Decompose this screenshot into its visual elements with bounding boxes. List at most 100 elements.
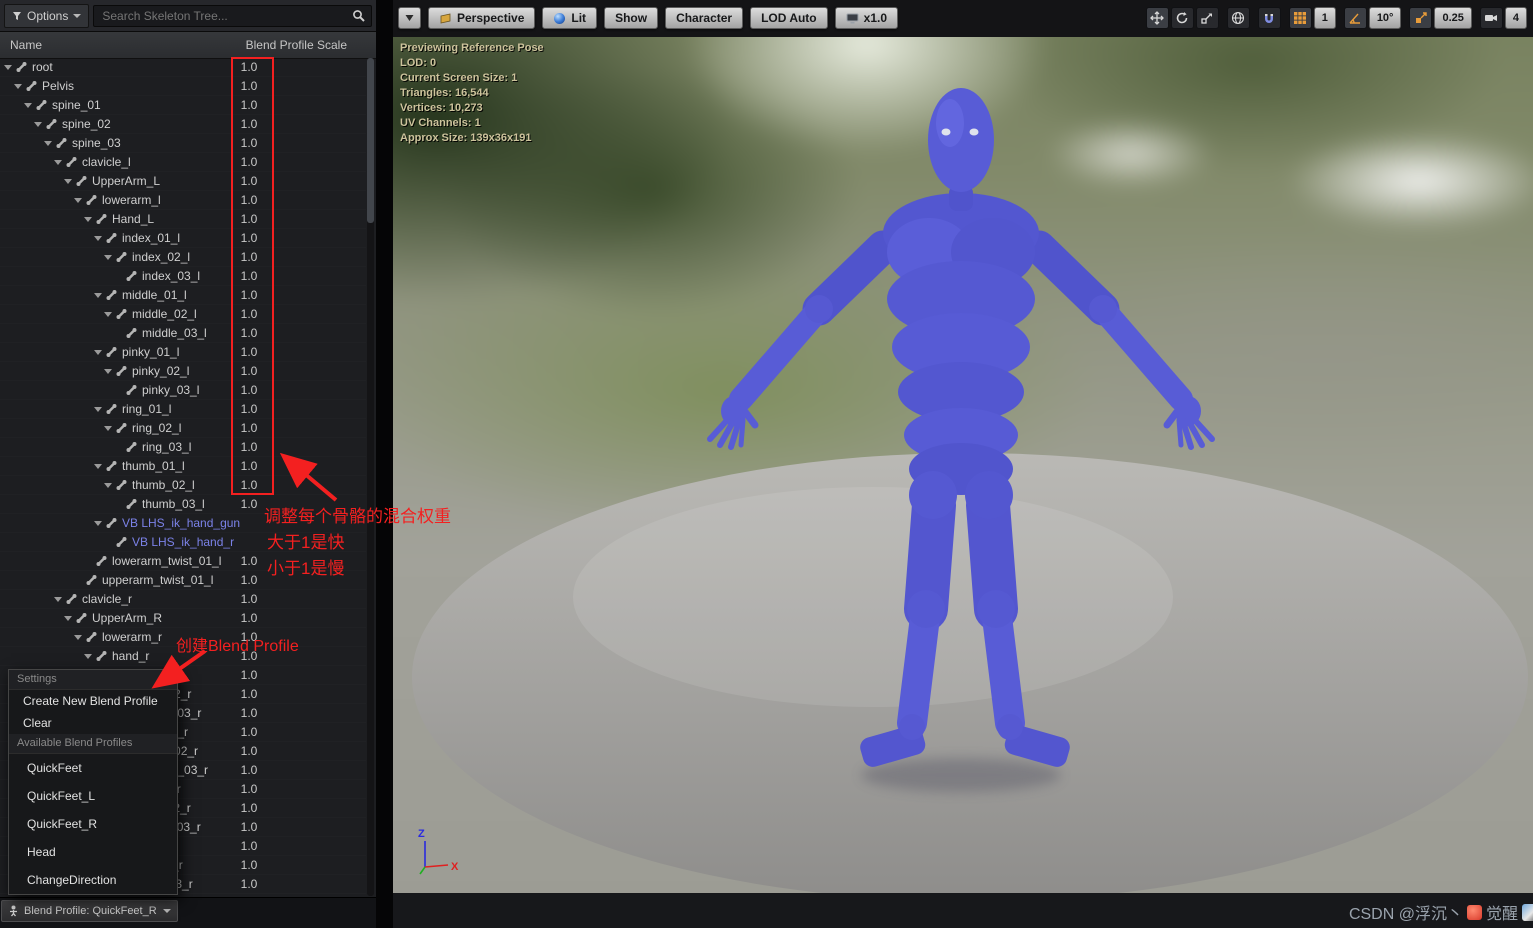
expander-arrow-icon[interactable]: [4, 64, 12, 70]
expander-arrow-icon[interactable]: [94, 292, 102, 298]
bone-row-hand-r[interactable]: hand_r 1.0: [0, 647, 366, 666]
blend-scale-value[interactable]: 1.0: [228, 801, 270, 815]
bone-row-vb-lhs-ik-hand-gun[interactable]: VB LHS_ik_hand_gun: [0, 514, 366, 533]
blend-scale-value[interactable]: 1.0: [228, 820, 270, 834]
expander-arrow-icon[interactable]: [74, 634, 82, 640]
bone-row-upperarm-l[interactable]: UpperArm_L 1.0: [0, 172, 366, 191]
blend-scale-value[interactable]: 1.0: [228, 136, 270, 150]
bone-row-clavicle-r[interactable]: clavicle_r 1.0: [0, 590, 366, 609]
blend-scale-value[interactable]: 1.0: [228, 421, 270, 435]
profile-item-quickfeet-r[interactable]: QuickFeet_R: [9, 810, 177, 838]
blend-scale-value[interactable]: 1.0: [228, 307, 270, 321]
expander-arrow-icon[interactable]: [104, 368, 112, 374]
blend-scale-value[interactable]: 1.0: [228, 60, 270, 74]
search-input[interactable]: [100, 7, 352, 24]
bone-row-pinky-01-l[interactable]: pinky_01_l 1.0: [0, 343, 366, 362]
bone-row-thumb-02-l[interactable]: thumb_02_l 1.0: [0, 476, 366, 495]
blend-scale-value[interactable]: 1.0: [228, 782, 270, 796]
blend-scale-value[interactable]: 1.0: [228, 668, 270, 682]
camera-speed-value[interactable]: 4: [1504, 7, 1527, 29]
camera-speed-button[interactable]: [1479, 7, 1503, 29]
character-menu-button[interactable]: Character: [665, 7, 744, 29]
expander-arrow-icon[interactable]: [104, 254, 112, 260]
tree-scrollbar-thumb[interactable]: [367, 58, 374, 223]
blend-scale-value[interactable]: 1.0: [228, 326, 270, 340]
scale-mode-button[interactable]: [1195, 7, 1219, 29]
bone-row-thumb-01-l[interactable]: thumb_01_l 1.0: [0, 457, 366, 476]
bone-row-spine-03[interactable]: spine_03 1.0: [0, 134, 366, 153]
blend-scale-value[interactable]: 1.0: [228, 212, 270, 226]
viewport-canvas[interactable]: Previewing Reference Pose LOD: 0 Current S…: [393, 37, 1533, 893]
blend-scale-value[interactable]: 1.0: [228, 630, 270, 644]
scale-snap-button[interactable]: [1409, 7, 1433, 29]
bone-row-lowerarm-r[interactable]: lowerarm_r 1.0: [0, 628, 366, 647]
menu-item-create-new-blend-profile[interactable]: Create New Blend Profile: [9, 690, 177, 712]
bone-row-upperarm-r[interactable]: UpperArm_R 1.0: [0, 609, 366, 628]
profile-item-quickfeet-l[interactable]: QuickFeet_L: [9, 782, 177, 810]
screen-size-button[interactable]: x1.0: [834, 7, 898, 29]
blend-scale-value[interactable]: 1.0: [228, 345, 270, 359]
bone-row-middle-03-l[interactable]: middle_03_l 1.0: [0, 324, 366, 343]
expander-arrow-icon[interactable]: [94, 406, 102, 412]
bone-row-hand-l[interactable]: Hand_L 1.0: [0, 210, 366, 229]
menu-item-clear[interactable]: Clear: [9, 712, 177, 734]
profile-item-changedirection[interactable]: ChangeDirection: [9, 866, 177, 894]
rotation-snap-value[interactable]: 10°: [1368, 7, 1402, 29]
blend-scale-value[interactable]: 1.0: [228, 763, 270, 777]
expander-arrow-icon[interactable]: [104, 425, 112, 431]
bone-row-spine-01[interactable]: spine_01 1.0: [0, 96, 366, 115]
expander-arrow-icon[interactable]: [74, 197, 82, 203]
bone-row-root[interactable]: root 1.0: [0, 58, 366, 77]
blend-scale-value[interactable]: 1.0: [228, 459, 270, 473]
blend-scale-value[interactable]: 1.0: [228, 174, 270, 188]
bone-row-index-01-l[interactable]: index_01_l 1.0: [0, 229, 366, 248]
bone-row-upperarm-twist-01-l[interactable]: upperarm_twist_01_l 1.0: [0, 571, 366, 590]
bone-row-index-02-l[interactable]: index_02_l 1.0: [0, 248, 366, 267]
blend-scale-value[interactable]: 1.0: [228, 383, 270, 397]
bone-row-pelvis[interactable]: Pelvis 1.0: [0, 77, 366, 96]
blend-scale-value[interactable]: 1.0: [228, 440, 270, 454]
expander-arrow-icon[interactable]: [104, 482, 112, 488]
bone-row-index-03-l[interactable]: index_03_l 1.0: [0, 267, 366, 286]
grid-snap-button[interactable]: [1288, 7, 1312, 29]
blend-scale-value[interactable]: 1.0: [228, 98, 270, 112]
bone-row-clavicle-l[interactable]: clavicle_l 1.0: [0, 153, 366, 172]
blend-scale-value[interactable]: 1.0: [228, 231, 270, 245]
bone-row-lowerarm-l[interactable]: lowerarm_l 1.0: [0, 191, 366, 210]
blend-scale-value[interactable]: 1.0: [228, 554, 270, 568]
blend-scale-value[interactable]: 1.0: [228, 269, 270, 283]
profile-item-head[interactable]: Head: [9, 838, 177, 866]
bone-row-ring-02-l[interactable]: ring_02_l 1.0: [0, 419, 366, 438]
bone-row-ring-03-l[interactable]: ring_03_l 1.0: [0, 438, 366, 457]
scale-snap-value[interactable]: 0.25: [1434, 7, 1472, 29]
expander-arrow-icon[interactable]: [54, 159, 62, 165]
blend-scale-value[interactable]: 1.0: [228, 497, 270, 511]
expander-arrow-icon[interactable]: [94, 520, 102, 526]
blend-scale-value[interactable]: 1.0: [228, 687, 270, 701]
blend-scale-value[interactable]: 1.0: [228, 592, 270, 606]
perspective-selector[interactable]: Perspective: [428, 7, 536, 29]
bone-row-middle-01-l[interactable]: middle_01_l 1.0: [0, 286, 366, 305]
blend-scale-value[interactable]: 1.0: [228, 478, 270, 492]
rotate-mode-button[interactable]: [1170, 7, 1194, 29]
view-mode-button[interactable]: Lit: [542, 7, 598, 29]
blend-scale-value[interactable]: 1.0: [228, 877, 270, 891]
bone-row-middle-02-l[interactable]: middle_02_l 1.0: [0, 305, 366, 324]
bone-row-thumb-03-l[interactable]: thumb_03_l 1.0: [0, 495, 366, 514]
blend-scale-value[interactable]: 1.0: [228, 858, 270, 872]
bone-row-pinky-02-l[interactable]: pinky_02_l 1.0: [0, 362, 366, 381]
blend-scale-value[interactable]: 1.0: [228, 288, 270, 302]
expander-arrow-icon[interactable]: [54, 596, 62, 602]
viewport-options-button[interactable]: [398, 7, 421, 29]
expander-arrow-icon[interactable]: [84, 653, 92, 659]
expander-arrow-icon[interactable]: [24, 102, 32, 108]
blend-scale-value[interactable]: 1.0: [228, 839, 270, 853]
rotation-snap-button[interactable]: [1343, 7, 1367, 29]
blend-scale-value[interactable]: 1.0: [228, 117, 270, 131]
blend-scale-value[interactable]: 1.0: [228, 573, 270, 587]
profile-item-quickfeet[interactable]: QuickFeet: [9, 754, 177, 782]
surface-snap-button[interactable]: [1257, 7, 1281, 29]
options-button[interactable]: Options: [4, 3, 90, 28]
blend-profile-button[interactable]: Blend Profile: QuickFeet_R: [1, 900, 178, 922]
expander-arrow-icon[interactable]: [44, 140, 52, 146]
